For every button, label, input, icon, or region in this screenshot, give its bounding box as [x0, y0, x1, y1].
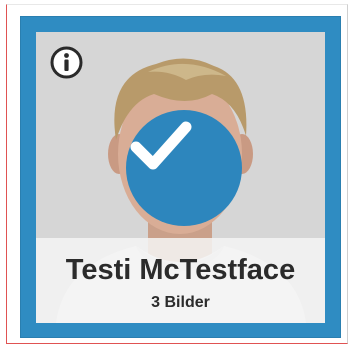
person-card[interactable]: Testi McTestface 3 Bilder	[20, 16, 341, 338]
selected-badge	[126, 110, 242, 226]
person-photo: Testi McTestface 3 Bilder	[36, 32, 325, 323]
info-icon	[50, 46, 83, 79]
image-count: 3 Bilder	[151, 294, 210, 311]
card-caption: Testi McTestface 3 Bilder	[36, 238, 325, 323]
info-button[interactable]	[50, 46, 83, 79]
person-name: Testi McTestface	[65, 254, 296, 286]
checkmark-icon	[130, 121, 192, 170]
